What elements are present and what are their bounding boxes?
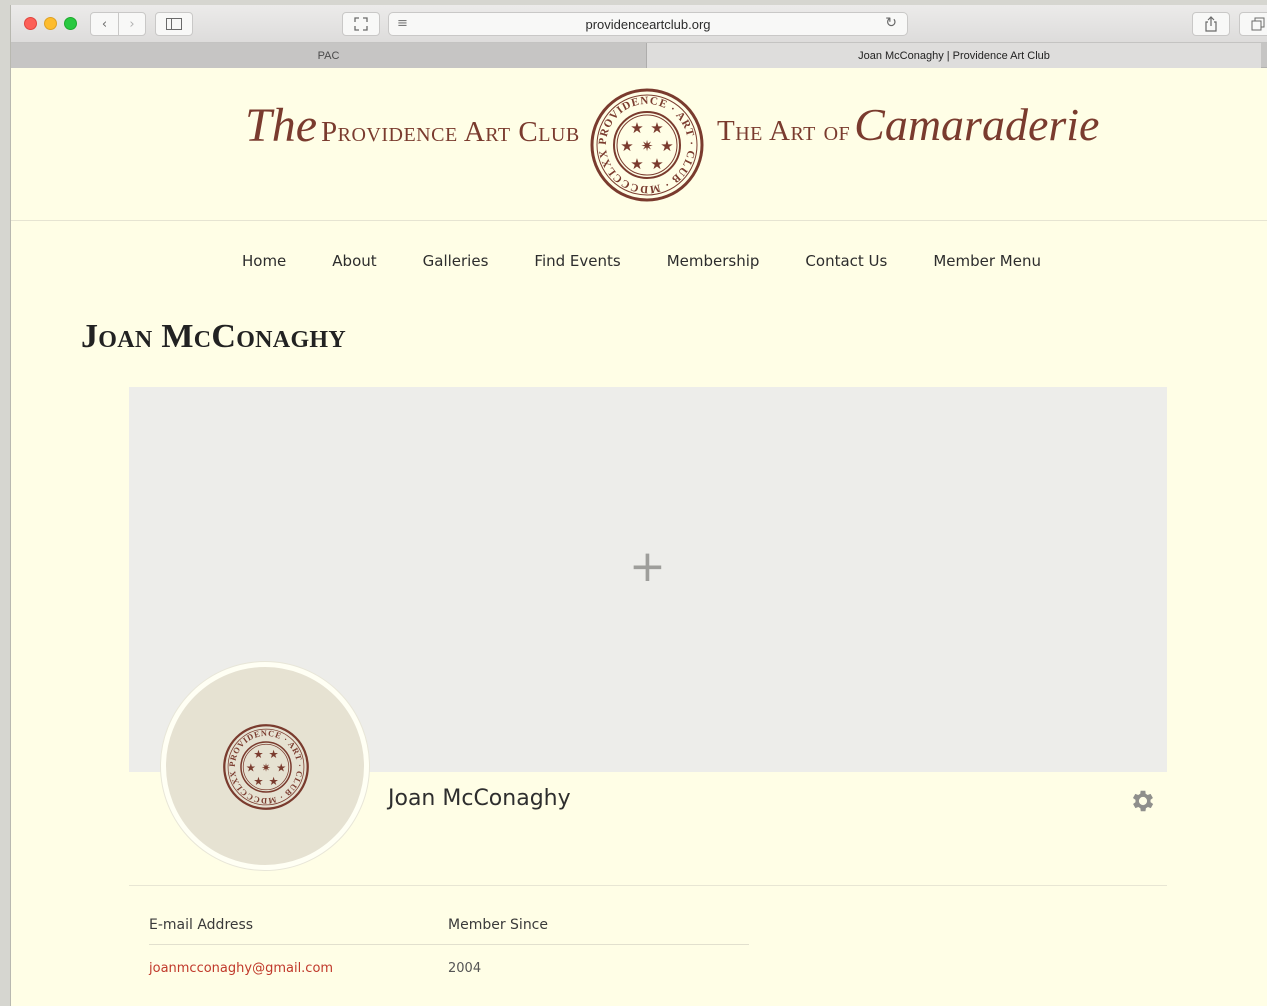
nav-home[interactable]: Home [219, 252, 309, 270]
club-seal-avatar: PROVIDENCE · ART · CLUB · MDCCCLXXX ★★ ★… [222, 723, 309, 810]
info-table-divider [149, 944, 749, 945]
svg-text:★: ★ [620, 137, 633, 155]
svg-text:★: ★ [630, 155, 643, 173]
tab-profile[interactable]: Joan McConaghy | Providence Art Club [647, 43, 1261, 68]
tagline-script: Camaraderie [854, 99, 1100, 150]
nav-galleries[interactable]: Galleries [400, 252, 512, 270]
member-since-value: 2004 [448, 961, 482, 976]
site-logo-text[interactable]: The Providence Art Club [245, 98, 580, 153]
nav-member-menu[interactable]: Member Menu [910, 252, 1064, 270]
svg-text:★: ★ [650, 119, 663, 137]
share-icon [1205, 16, 1217, 32]
member-since-label: Member Since [448, 917, 548, 933]
fullscreen-button[interactable] [342, 12, 380, 36]
svg-text:✷: ✷ [641, 137, 654, 155]
forward-button[interactable]: › [117, 13, 145, 35]
expand-icon [354, 17, 368, 31]
reload-icon[interactable]: ↻ [885, 15, 897, 31]
minimize-window-button[interactable] [44, 17, 57, 30]
web-page: The Providence Art Club PROVIDENCE · ART… [11, 68, 1267, 1006]
nav-about[interactable]: About [309, 252, 399, 270]
page-title: Joan McConaghy [81, 318, 347, 355]
sidebar-toggle-button[interactable] [155, 12, 193, 36]
nav-find-events[interactable]: Find Events [511, 252, 643, 270]
show-tabs-button[interactable] [1239, 12, 1267, 36]
tabs-icon [1251, 17, 1265, 31]
url-text: providenceartclub.org [585, 17, 711, 32]
tagline-prefix: The Art of [717, 115, 851, 147]
sidebar-icon [166, 18, 182, 30]
main-navigation: Home About Galleries Find Events Members… [11, 252, 1267, 270]
svg-text:★: ★ [253, 774, 263, 788]
address-bar[interactable]: ≡ providenceartclub.org ↻ [388, 12, 908, 36]
section-divider [129, 885, 1167, 886]
nav-membership[interactable]: Membership [644, 252, 783, 270]
site-tagline: The Art of Camaraderie [717, 98, 1099, 151]
back-button[interactable]: ‹ [91, 13, 118, 35]
tab-pac[interactable]: PAC [11, 43, 647, 68]
gear-icon[interactable] [1129, 787, 1157, 815]
email-label: E-mail Address [149, 917, 254, 933]
chevron-left-icon: ‹ [101, 16, 108, 32]
close-window-button[interactable] [24, 17, 37, 30]
svg-text:★: ★ [268, 747, 278, 761]
share-button[interactable] [1192, 12, 1230, 36]
logo-club-name: Providence Art Club [321, 116, 580, 148]
avatar[interactable]: PROVIDENCE · ART · CLUB · MDCCCLXXX ★★ ★… [161, 662, 369, 870]
email-link[interactable]: joanmcconaghy@gmail.com [149, 961, 333, 976]
svg-text:★: ★ [630, 119, 643, 137]
zoom-window-button[interactable] [64, 17, 77, 30]
svg-text:★: ★ [268, 774, 278, 788]
back-forward-group: ‹ › [90, 12, 146, 36]
svg-text:★: ★ [650, 155, 663, 173]
site-header: The Providence Art Club PROVIDENCE · ART… [11, 68, 1267, 221]
svg-text:★: ★ [246, 761, 256, 775]
svg-text:★: ★ [253, 747, 263, 761]
plus-icon[interactable]: + [629, 545, 666, 589]
browser-window: ‹ › ≡ providenceartclub.org ↻ PAC Joan M… [10, 5, 1267, 1006]
chevron-right-icon: › [129, 16, 135, 32]
nav-contact-us[interactable]: Contact Us [782, 252, 910, 270]
svg-text:★: ★ [276, 761, 286, 775]
browser-toolbar: ‹ › ≡ providenceartclub.org ↻ [11, 5, 1267, 43]
logo-the: The [245, 99, 317, 152]
svg-text:✷: ✷ [261, 761, 271, 775]
svg-text:★: ★ [660, 137, 673, 155]
club-seal-logo[interactable]: PROVIDENCE · ART · CLUB · MDCCCLXXX ★★ ★… [589, 87, 705, 203]
tab-bar: PAC Joan McConaghy | Providence Art Club [11, 43, 1267, 68]
profile-display-name: Joan McConaghy [388, 786, 571, 811]
